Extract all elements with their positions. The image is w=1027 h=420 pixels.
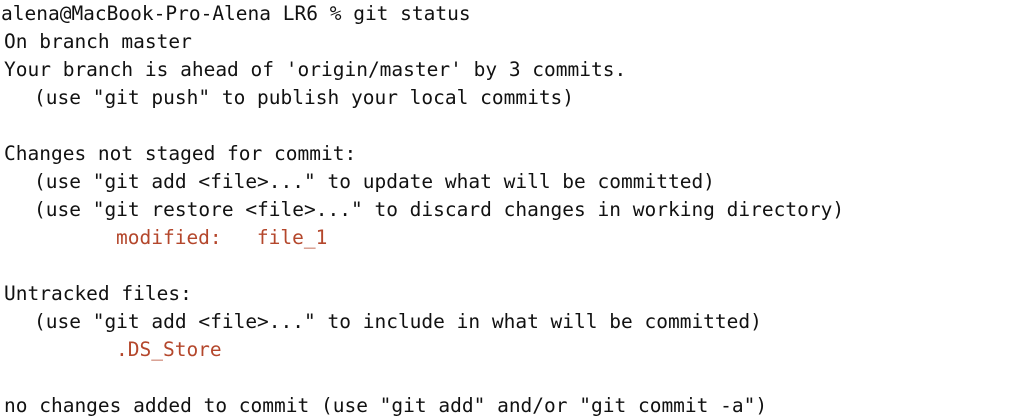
terminal-output[interactable]: alena@MacBook-Pro-Alena LR6 % git status… bbox=[0, 0, 1027, 420]
unstaged-changes-header: Changes not staged for commit: bbox=[4, 142, 357, 165]
unstaged-restore-hint: (use "git restore <file>..." to discard … bbox=[34, 198, 845, 221]
untracked-file-entry: .DS_Store bbox=[116, 338, 222, 361]
unstaged-add-hint: (use "git add <file>..." to update what … bbox=[34, 170, 715, 193]
commit-summary-line: no changes added to commit (use "git add… bbox=[4, 394, 768, 417]
ahead-status: Your branch is ahead of 'origin/master' … bbox=[4, 58, 627, 81]
modified-file-entry: modified: file_1 bbox=[116, 226, 328, 249]
push-hint: (use "git push" to publish your local co… bbox=[34, 86, 575, 109]
untracked-files-header: Untracked files: bbox=[4, 282, 192, 305]
branch-status: On branch master bbox=[4, 30, 192, 53]
untracked-add-hint: (use "git add <file>..." to include in w… bbox=[34, 310, 762, 333]
shell-prompt-command: alena@MacBook-Pro-Alena LR6 % git status bbox=[1, 2, 471, 25]
